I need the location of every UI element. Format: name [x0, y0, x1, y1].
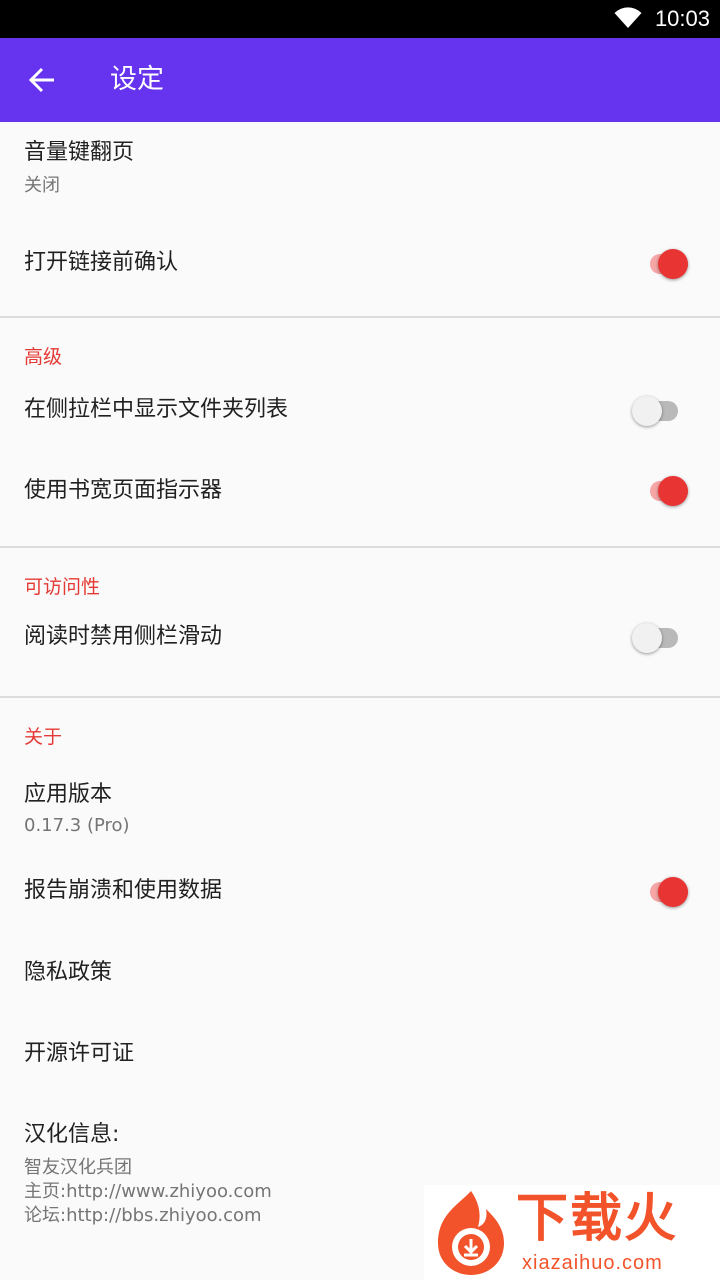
section-header-advanced: 高级: [0, 318, 720, 374]
confirm-links-toggle[interactable]: [638, 246, 692, 282]
localization-line: 主页:http://www.zhiyoo.com: [24, 1181, 272, 1202]
localization-line: 论坛:http://bbs.zhiyoo.com: [24, 1205, 262, 1226]
setting-app-version[interactable]: 应用版本 0.17.3 (Pro): [0, 754, 720, 864]
toggle-thumb: [632, 396, 662, 426]
setting-title: 在侧拉栏中显示文件夹列表: [24, 397, 289, 422]
toggle-thumb: [658, 249, 688, 279]
localization-line: 智友汉化兵团: [24, 1157, 132, 1178]
arrow-back-icon: [28, 67, 54, 93]
crash-reports-toggle[interactable]: [638, 874, 692, 910]
setting-summary: 关闭: [24, 175, 60, 196]
setting-confirm-links[interactable]: 打开链接前确认: [0, 236, 720, 316]
section-header-accessibility: 可访问性: [0, 548, 720, 604]
folder-list-toggle[interactable]: [632, 393, 692, 429]
setting-title: 汉化信息:: [24, 1122, 120, 1147]
setting-title: 打开链接前确认: [24, 250, 179, 275]
status-bar: 10:03: [0, 0, 720, 38]
setting-title: 阅读时禁用侧栏滑动: [24, 624, 223, 649]
page-title: 设定: [110, 64, 164, 95]
setting-title: 报告崩溃和使用数据: [24, 878, 223, 903]
wifi-icon: [614, 7, 642, 28]
section-header: 关于: [24, 726, 63, 748]
watermark-site: xiazaihuo.com: [522, 1252, 663, 1274]
setting-open-source-licenses[interactable]: 开源许可证: [0, 1027, 720, 1108]
watermark: 下载火 xiazaihuo.com: [424, 1185, 720, 1280]
toggle-thumb: [658, 476, 688, 506]
settings-list: 音量键翻页 关闭 打开链接前确认 高级 在侧拉栏中显示文件夹列表 使用书宽页面指…: [0, 122, 720, 1248]
setting-crash-reports[interactable]: 报告崩溃和使用数据: [0, 864, 720, 946]
toggle-thumb: [632, 623, 662, 653]
toggle-thumb: [658, 877, 688, 907]
app-bar: 设定: [0, 38, 720, 122]
disable-sidebar-swipe-toggle[interactable]: [632, 620, 692, 656]
setting-title: 音量键翻页: [24, 140, 135, 165]
setting-privacy-policy[interactable]: 隐私政策: [0, 946, 720, 1027]
setting-title: 隐私政策: [24, 960, 113, 985]
setting-disable-sidebar-swipe[interactable]: 阅读时禁用侧栏滑动: [0, 604, 720, 696]
watermark-brand: 下载火: [516, 1189, 679, 1249]
setting-title: 应用版本: [24, 782, 113, 807]
setting-page-indicator[interactable]: 使用书宽页面指示器: [0, 454, 720, 546]
flame-logo-icon: [438, 1191, 504, 1275]
localization-lines: 智友汉化兵团 主页:http://www.zhiyoo.com 论坛:http:…: [24, 1156, 272, 1228]
section-header: 高级: [24, 346, 63, 368]
setting-volume-page-turn[interactable]: 音量键翻页 关闭: [0, 122, 720, 236]
page-indicator-toggle[interactable]: [638, 473, 692, 509]
status-time: 10:03: [654, 6, 710, 31]
back-button[interactable]: [14, 52, 70, 108]
setting-title: 开源许可证: [24, 1041, 135, 1066]
setting-title: 使用书宽页面指示器: [24, 478, 223, 503]
setting-folder-list[interactable]: 在侧拉栏中显示文件夹列表: [0, 374, 720, 454]
section-header: 可访问性: [24, 576, 101, 598]
setting-summary: 0.17.3 (Pro): [24, 815, 130, 836]
section-header-about: 关于: [0, 698, 720, 754]
